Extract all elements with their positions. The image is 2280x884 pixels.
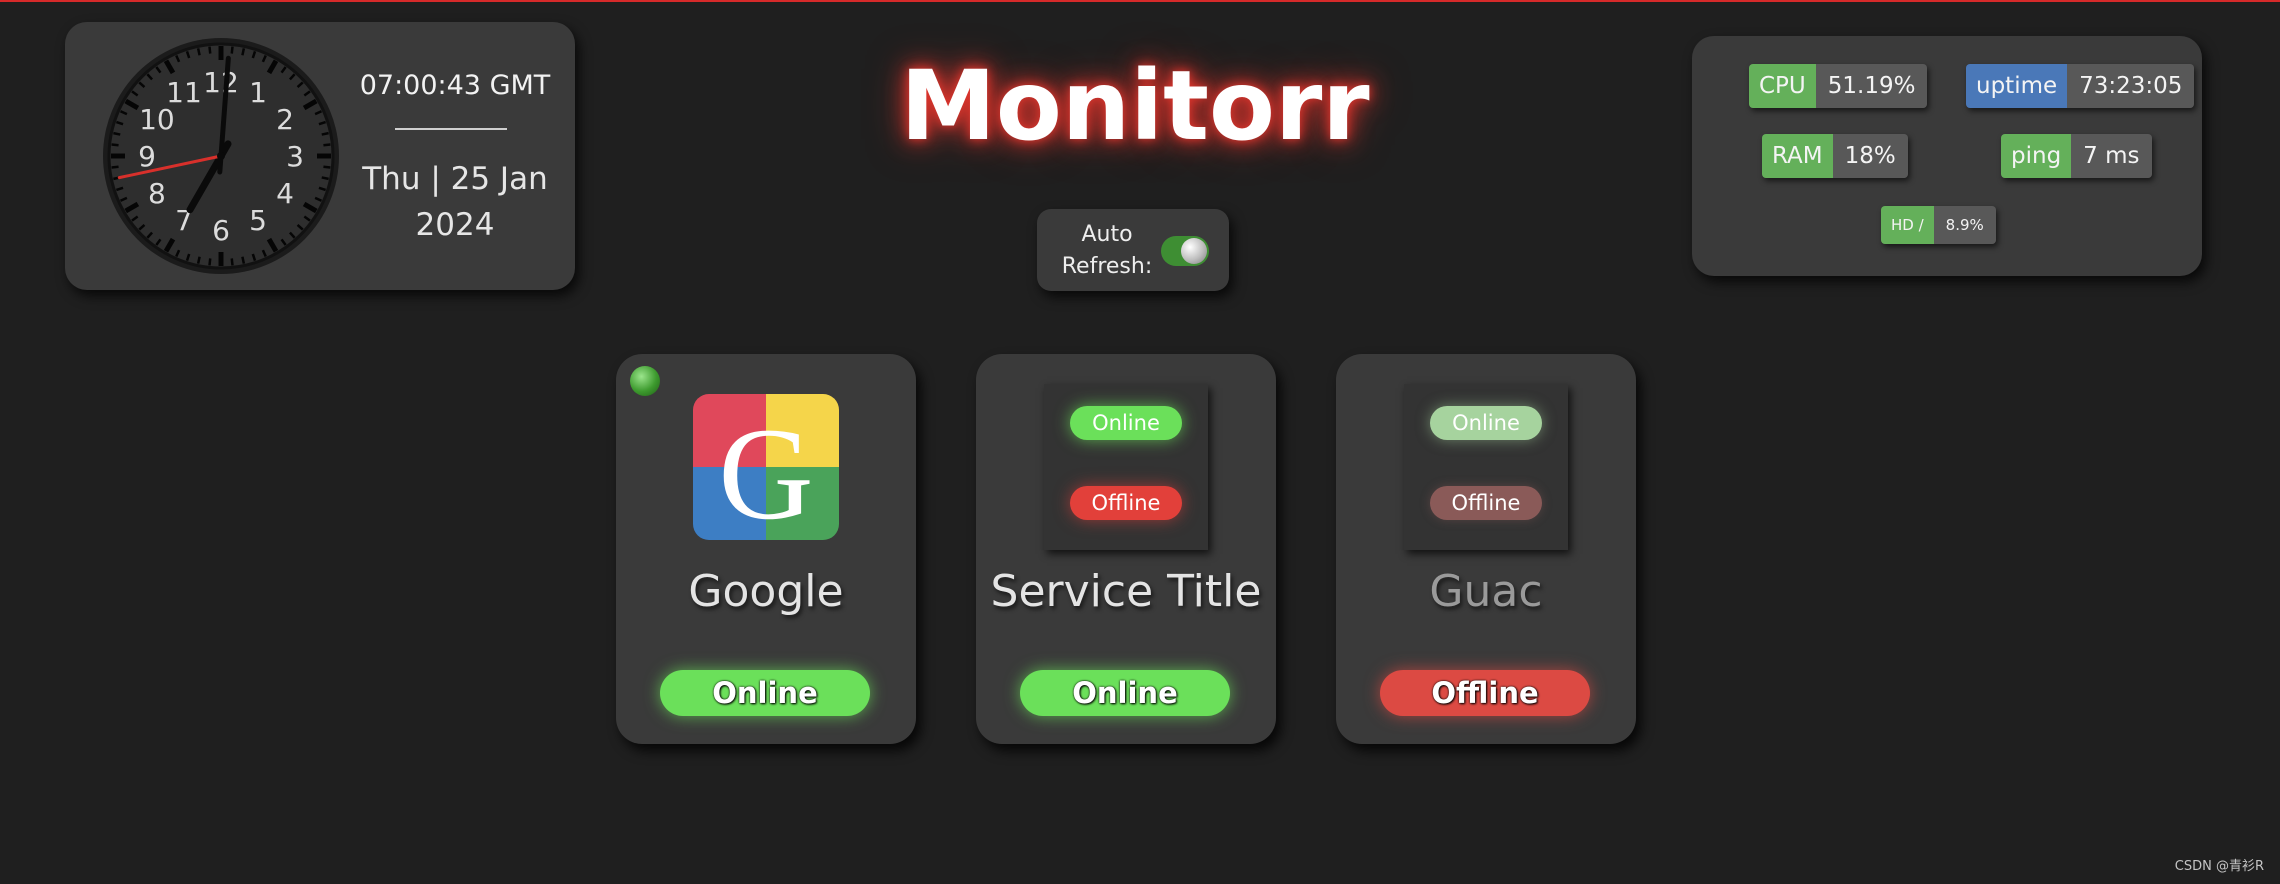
service-status-badge: Online <box>660 670 870 716</box>
clock-numeral: 5 <box>249 204 267 237</box>
auto-refresh-label-line2: Refresh: <box>1061 254 1153 279</box>
status-placeholder-image: Online Offline <box>1404 384 1568 550</box>
clock-tick <box>321 176 329 181</box>
stat-ram: RAM 18% <box>1762 134 1908 178</box>
service-card-guac[interactable]: Online Offline Guac Offline <box>1336 354 1636 744</box>
auto-refresh-label-line1: Auto <box>1081 222 1133 247</box>
auto-refresh-toggle[interactable] <box>1161 236 1209 266</box>
clock-numeral: 6 <box>212 214 230 247</box>
status-placeholder-image: Online Offline <box>1044 384 1208 550</box>
clock-date-year: 2024 <box>415 207 495 243</box>
stat-hd: HD / 8.9% <box>1881 206 1996 244</box>
service-status-badge: Offline <box>1380 670 1590 716</box>
offline-pill: Offline <box>1070 486 1182 520</box>
status-led-icon <box>630 366 660 396</box>
stat-cpu-value: 51.19% <box>1815 64 1928 108</box>
clock-tick <box>230 258 234 266</box>
service-card-service-title[interactable]: Online Offline Service Title Online <box>976 354 1276 744</box>
clock-tick <box>196 256 201 264</box>
service-title: Service Title <box>990 566 1262 617</box>
watermark: CSDN @青衫R <box>2174 859 2264 874</box>
system-stats-panel: CPU 51.19% uptime 73:23:05 RAM 18% ping … <box>1692 36 2202 276</box>
clock-numeral: 8 <box>148 177 166 210</box>
offline-pill: Offline <box>1430 486 1542 520</box>
clock-tick <box>208 258 212 266</box>
stat-ram-label: RAM <box>1762 134 1833 178</box>
stat-cpu: CPU 51.19% <box>1749 64 1928 108</box>
stat-uptime-label: uptime <box>1966 64 2068 108</box>
clock-date: Thu | 25 Jan 2024 <box>355 156 555 248</box>
stat-hd-value: 8.9% <box>1933 206 1996 244</box>
clock-numeral: 4 <box>276 177 294 210</box>
stat-cpu-label: CPU <box>1749 64 1816 108</box>
google-g-icon: G <box>693 394 839 540</box>
toggle-knob-icon <box>1181 238 1207 264</box>
svg-text:G: G <box>718 400 813 540</box>
stat-hd-label: HD / <box>1881 206 1934 244</box>
clock-tick <box>323 165 331 169</box>
auto-refresh-panel: Auto Refresh: <box>1037 209 1229 291</box>
stat-uptime: uptime 73:23:05 <box>1966 64 2195 108</box>
stat-uptime-value: 73:23:05 <box>2067 64 2195 108</box>
stat-ram-value: 18% <box>1832 134 1908 178</box>
stat-ping: ping 7 ms <box>2001 134 2152 178</box>
stat-ping-value: 7 ms <box>2071 134 2152 178</box>
service-card-google[interactable]: G Google Online <box>616 354 916 744</box>
service-title: Google <box>688 566 844 617</box>
service-title: Guac <box>1429 566 1543 617</box>
clock-tick <box>241 256 246 264</box>
online-pill: Online <box>1430 406 1542 440</box>
online-pill: Online <box>1070 406 1182 440</box>
clock-date-day: Thu | 25 Jan <box>362 161 548 197</box>
auto-refresh-label: Auto Refresh: <box>1051 219 1163 283</box>
stat-ping-label: ping <box>2001 134 2072 178</box>
service-status-badge: Online <box>1020 670 1230 716</box>
clock-tick <box>111 165 119 169</box>
